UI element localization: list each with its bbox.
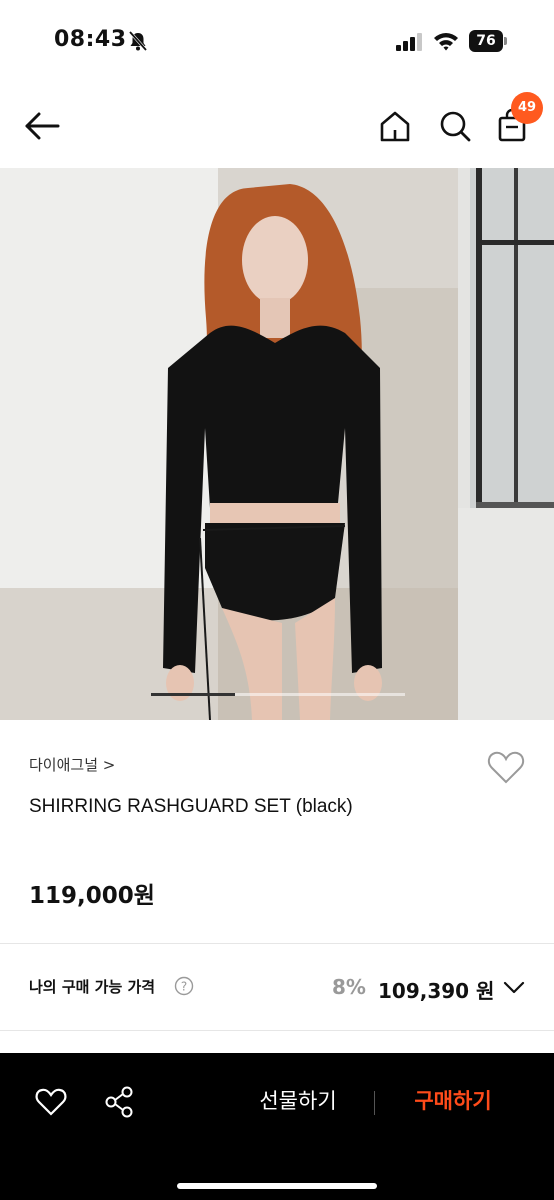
battery-tip [504,37,507,45]
product-photo [0,168,554,720]
divider [374,1091,375,1115]
cart-count-badge: 49 [511,92,543,124]
carousel-indicator [151,693,405,696]
bell-muted-icon [128,31,148,51]
bottom-action-bar: 선물하기 구매하기 [0,1053,554,1200]
divider [0,1030,554,1031]
status-bar: 08:43 76 [0,0,554,84]
home-indicator[interactable] [177,1183,377,1189]
discounted-price: 109,390 원 [378,979,495,1003]
wishlist-heart-icon[interactable] [486,748,526,788]
chevron-down-icon[interactable] [502,977,526,997]
back-arrow-icon[interactable] [22,106,64,146]
product-image[interactable] [0,168,554,720]
cellular-signal-icon [396,33,422,51]
wishlist-heart-icon[interactable] [34,1086,68,1118]
gift-button[interactable]: 선물하기 [240,1083,356,1119]
battery-level: 76 [469,30,503,52]
wifi-icon [434,33,458,51]
carousel-active-thumb [151,693,235,696]
top-navigation [0,84,554,168]
brand-chevron: > [102,756,116,774]
my-price-label: 나의 구매 가능 가격 [29,978,156,996]
help-circle-icon[interactable]: ? [174,976,194,996]
discount-percent: 8% [332,975,366,999]
home-icon[interactable] [377,108,413,144]
product-name: SHIRRING RASHGUARD SET (black) [29,796,353,817]
status-time: 08:43 [54,27,127,52]
battery-indicator: 76 [469,30,507,52]
help-glyph: ? [181,980,187,994]
divider [0,943,554,944]
product-price: 119,000원 [29,883,155,909]
brand-link[interactable]: 다이애그널 > [29,754,115,775]
search-icon[interactable] [437,108,473,144]
brand-name: 다이애그널 [29,756,99,774]
share-icon[interactable] [103,1085,135,1119]
buy-button[interactable]: 구매하기 [395,1083,511,1119]
